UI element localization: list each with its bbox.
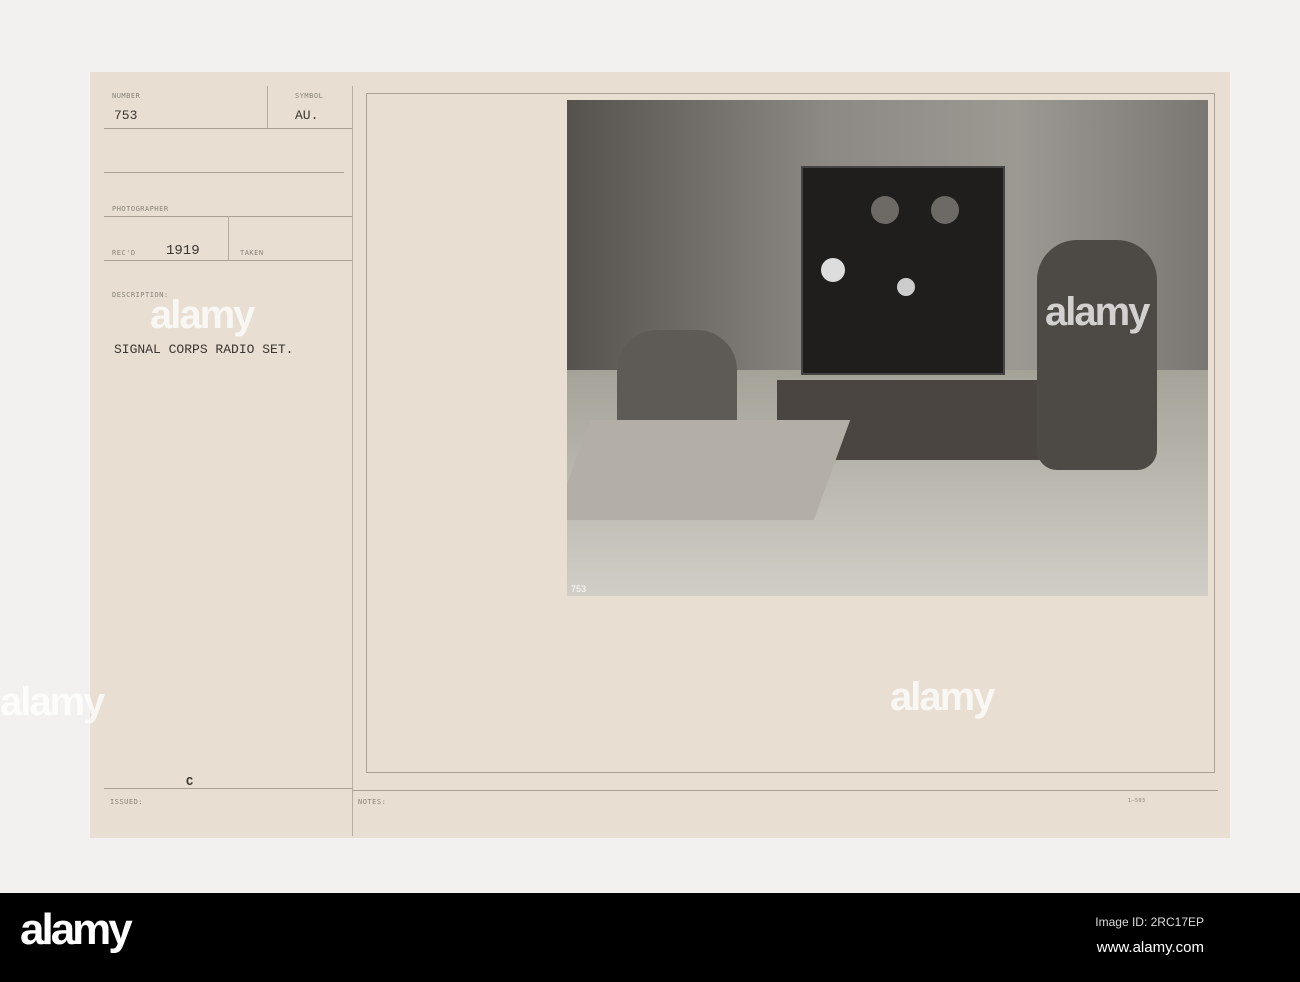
alamy-logo: alamy [20,905,133,954]
archive-card: NUMBER SYMBOL 753 AU. PHOTOGRAPHER REC'D… [90,72,1230,838]
alamy-url[interactable]: www.alamy.com [1097,939,1204,956]
notes-label: NOTES: [358,798,387,806]
watermark: alamy [150,293,255,337]
watermark: alamy [0,680,105,724]
number-label: NUMBER [112,92,141,100]
divider [104,260,352,261]
blanket [567,420,851,520]
form-code: 1—503 [1128,798,1146,804]
photograph: 753 [567,100,1208,596]
watermark: alamy [1045,290,1150,334]
radio-dial [871,196,899,224]
photo-number: 753 [571,584,587,594]
recd-label: REC'D [112,249,136,257]
divider [352,86,353,836]
radio-dial [931,196,959,224]
soldier-kneeling [1037,240,1157,470]
divider [267,86,268,128]
radio-meter [821,258,845,282]
radio-panel [801,166,1005,375]
taken-label: TAKEN [240,249,264,257]
radio-meter [897,278,915,296]
photographer-label: PHOTOGRAPHER [112,205,169,213]
issued-label: ISSUED: [110,798,144,806]
recd-value: 1919 [166,243,200,259]
issued-value: C [186,775,194,789]
divider [104,128,352,129]
symbol-value: AU. [295,108,319,123]
image-id: Image ID: 2RC17EP [1095,915,1204,929]
description-value: SIGNAL CORPS RADIO SET. [114,342,294,357]
divider [104,172,344,173]
divider [352,790,1218,791]
number-value: 753 [114,108,138,123]
footer-bar: alamy Image ID: 2RC17EP www.alamy.com [0,893,1300,982]
divider [228,216,229,260]
watermark: alamy [890,675,995,719]
divider [104,788,352,789]
symbol-label: SYMBOL [295,92,324,100]
